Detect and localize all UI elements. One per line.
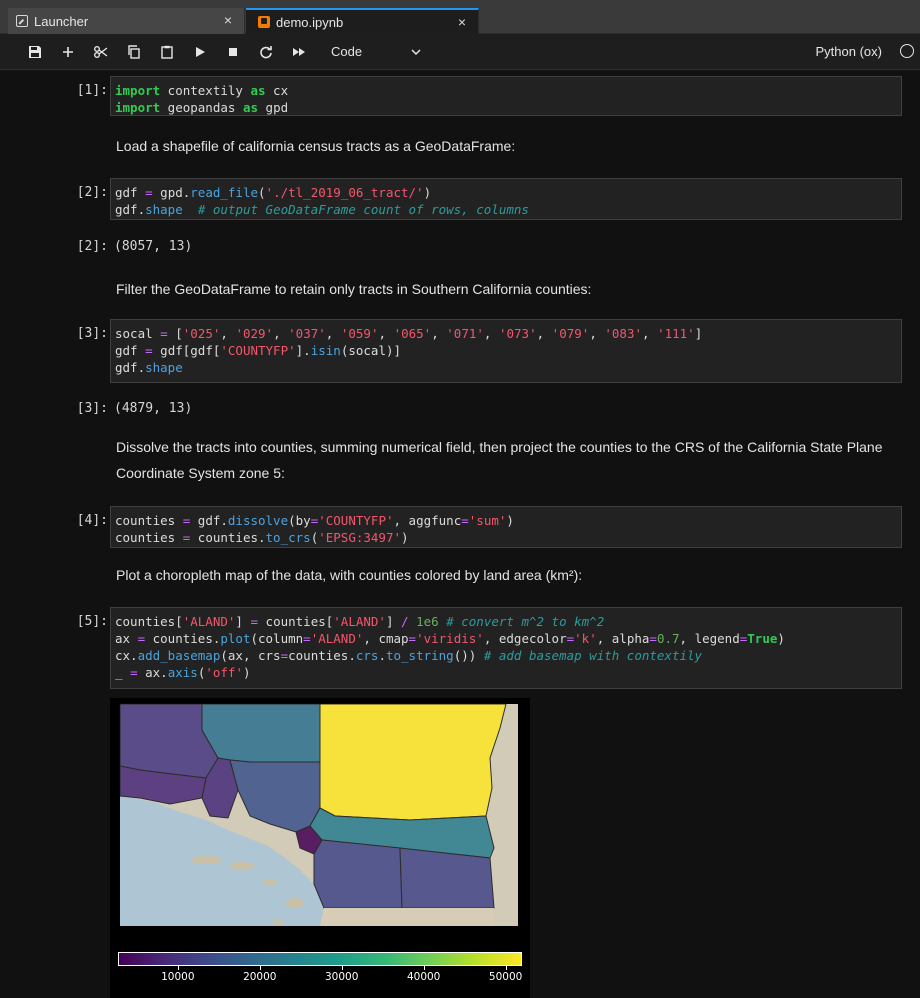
insert-cell-button[interactable] bbox=[55, 41, 80, 63]
save-icon bbox=[28, 45, 41, 58]
colorbar-tick-label: 20000 bbox=[243, 971, 277, 983]
map-mexico bbox=[320, 908, 494, 926]
scissors-icon bbox=[93, 45, 107, 58]
close-icon[interactable]: × bbox=[224, 12, 232, 28]
tab-demo-label: demo.ipynb bbox=[276, 14, 344, 30]
save-button[interactable] bbox=[22, 41, 47, 63]
restart-icon bbox=[259, 45, 272, 58]
colorbar-tick bbox=[423, 966, 425, 970]
tab-bar: Launcher × demo.ipynb × bbox=[0, 0, 920, 34]
stop-button[interactable] bbox=[220, 41, 245, 63]
output-prompt: [2]: bbox=[76, 239, 108, 254]
colorbar-tick-label: 10000 bbox=[161, 971, 195, 983]
copy-button[interactable] bbox=[121, 41, 146, 63]
colorbar-tick bbox=[505, 966, 507, 970]
tab-launcher-label: Launcher bbox=[34, 13, 89, 29]
code-cell-4[interactable]: counties = gdf.dissolve(by='COUNTYFP', a… bbox=[110, 506, 902, 548]
kernel-status-icon bbox=[900, 44, 914, 58]
cell-type-value: Code bbox=[331, 44, 363, 59]
colorbar-tick-label: 30000 bbox=[325, 971, 359, 983]
cell-output: (4879, 13) bbox=[114, 401, 193, 416]
code-cell-5[interactable]: counties['ALAND'] = counties['ALAND'] / … bbox=[110, 607, 902, 689]
restart-run-all-button[interactable] bbox=[286, 41, 311, 63]
island bbox=[286, 898, 304, 908]
markdown-cell: Dissolve the tracts into counties, summi… bbox=[116, 439, 883, 481]
clipboard-icon bbox=[160, 45, 173, 59]
plus-icon bbox=[62, 46, 73, 57]
island bbox=[262, 879, 278, 885]
cell-type-select[interactable]: Code bbox=[331, 44, 421, 59]
island bbox=[190, 856, 222, 864]
notebook-icon bbox=[258, 16, 270, 28]
cut-button[interactable] bbox=[88, 41, 113, 63]
code-cell-1[interactable]: import contextily as cx import geopandas… bbox=[110, 76, 902, 116]
code-cell-3[interactable]: socal = ['025', '029', '037', '059', '06… bbox=[110, 319, 902, 383]
county-san-diego bbox=[313, 839, 403, 909]
copy-icon bbox=[127, 44, 140, 59]
kernel-name[interactable]: Python (ox) bbox=[816, 44, 882, 59]
input-prompt: [5]: bbox=[76, 614, 108, 629]
input-prompt: [3]: bbox=[76, 326, 108, 341]
notebook-panel: [1]: import contextily as cx import geop… bbox=[8, 70, 916, 998]
island bbox=[230, 862, 254, 870]
restart-button[interactable] bbox=[253, 41, 278, 63]
tab-demo-notebook[interactable]: demo.ipynb × bbox=[246, 8, 479, 34]
cell-output: (8057, 13) bbox=[114, 239, 193, 254]
close-icon[interactable]: × bbox=[458, 14, 466, 30]
output-prompt: [3]: bbox=[76, 401, 108, 416]
code-cell-2[interactable]: gdf = gpd.read_file('./tl_2019_06_tract/… bbox=[110, 178, 902, 220]
stop-icon bbox=[228, 47, 237, 56]
markdown-cell: Filter the GeoDataFrame to retain only t… bbox=[116, 281, 592, 297]
markdown-cell: Plot a choropleth map of the data, with … bbox=[116, 567, 583, 583]
county-imperial bbox=[399, 847, 495, 909]
play-icon bbox=[195, 46, 205, 57]
county-san-bernardino bbox=[319, 703, 507, 821]
paste-button[interactable] bbox=[154, 41, 179, 63]
colorbar-tick bbox=[341, 966, 343, 970]
island bbox=[273, 919, 283, 925]
fast-forward-icon bbox=[292, 47, 305, 56]
launcher-icon bbox=[16, 15, 28, 27]
notebook-toolbar: Code Python (ox) bbox=[0, 34, 920, 70]
run-button[interactable] bbox=[187, 41, 212, 63]
chevron-down-icon bbox=[411, 48, 421, 55]
colorbar-tick-label: 50000 bbox=[488, 971, 523, 983]
choropleth-plot-output: 10000 20000 30000 40000 50000 bbox=[110, 698, 530, 998]
markdown-cell: Load a shapefile of california census tr… bbox=[116, 138, 516, 154]
colorbar-tick bbox=[177, 966, 179, 970]
county-map bbox=[119, 703, 518, 926]
input-prompt: [2]: bbox=[76, 185, 108, 200]
colorbar-tick-label: 40000 bbox=[406, 971, 441, 983]
county-kern bbox=[201, 703, 321, 763]
colorbar bbox=[118, 952, 522, 966]
colorbar-tick bbox=[259, 966, 261, 970]
input-prompt: [4]: bbox=[76, 513, 108, 528]
tab-launcher[interactable]: Launcher × bbox=[8, 8, 245, 34]
input-prompt: [1]: bbox=[76, 83, 108, 98]
